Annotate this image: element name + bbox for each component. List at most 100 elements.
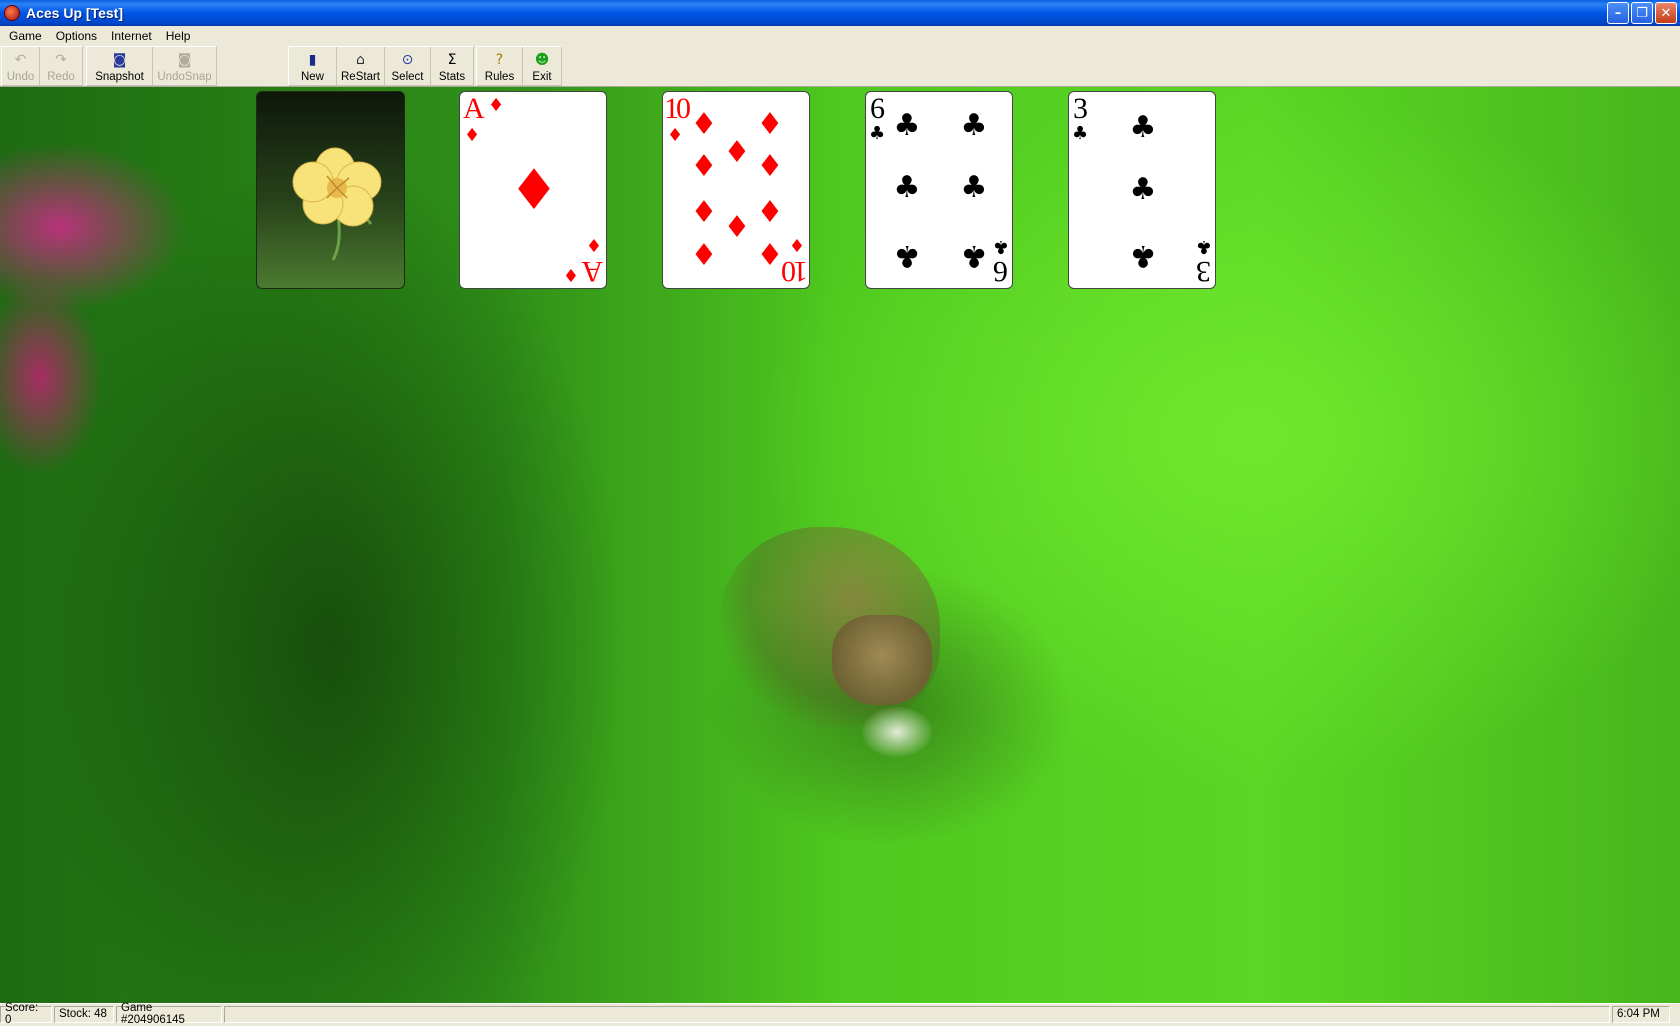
select-label: Select <box>391 71 424 83</box>
diamond-icon: ♦ <box>690 195 718 230</box>
toolbar-group-help: ? Rules ☻ Exit <box>476 46 562 86</box>
snapshot-label: Snapshot <box>95 71 144 83</box>
card-rank-bottom: 10 <box>784 255 808 288</box>
undo-label: Undo <box>6 71 35 83</box>
diamond-icon: ♦ <box>788 234 805 255</box>
menu-internet[interactable]: Internet <box>104 29 159 43</box>
diamond-icon: ♦ <box>488 95 505 116</box>
stats-label: Stats <box>438 71 466 83</box>
status-bar: Score: 0 Stock: 48 Game #204906145 6:04 … <box>0 1002 1680 1026</box>
restart-label: ReStart <box>341 71 380 83</box>
status-clock: 6:04 PM <box>1612 1005 1670 1023</box>
undosnap-icon: ◙ <box>177 52 192 68</box>
window-title: Aces Up [Test] <box>26 5 123 21</box>
restore-icon: ❐ <box>1636 5 1648 21</box>
undo-button[interactable]: ↶ Undo <box>2 47 40 85</box>
card-corner-bottom: 10 ♦ <box>780 227 808 288</box>
flower-icon <box>292 147 382 261</box>
background-cat-chest <box>862 707 932 757</box>
toolbar: ↶ Undo ↷ Redo ◙ Snapshot ◙ UndoSnap ▮ Ne… <box>0 46 1680 87</box>
menu-game[interactable]: Game <box>2 29 49 43</box>
club-icon: ♣ <box>1072 123 1089 144</box>
card-corner-bottom: 3 ♣ <box>1187 227 1213 288</box>
card-three-of-clubs[interactable]: 3 ♣ ♣ ♣ ♣ 3 ♣ <box>1068 91 1216 289</box>
close-icon: ✕ <box>1660 5 1672 21</box>
select-button[interactable]: ⊙ Select <box>385 47 431 85</box>
status-score: Score: 0 <box>0 1002 52 1026</box>
club-icon: ♣ <box>893 108 921 143</box>
rules-button[interactable]: ? Rules <box>477 47 523 85</box>
diamond-icon: ♦ <box>756 107 784 142</box>
redo-label: Redo <box>47 71 75 83</box>
club-icon: ♣ <box>1129 172 1157 207</box>
app-icon <box>4 5 20 21</box>
magnifier-icon: ⊙ <box>401 52 414 68</box>
card-rank-bottom: A <box>584 255 603 288</box>
title-bar[interactable]: Aces Up [Test] – ❐ ✕ <box>0 0 1680 26</box>
club-icon: ♣ <box>960 170 988 205</box>
club-icon: ♣ <box>1129 110 1157 145</box>
club-icon: ♣ <box>992 236 1009 257</box>
stock-pile[interactable] <box>256 91 405 289</box>
restore-button[interactable]: ❐ <box>1631 2 1653 24</box>
undosnap-button[interactable]: ◙ UndoSnap <box>153 47 216 85</box>
stats-button[interactable]: Σ Stats <box>431 47 473 85</box>
restart-button[interactable]: ⌂ ReStart <box>337 47 385 85</box>
card-ace-of-diamonds[interactable]: A ♦ ♦ ♦ A ♦ ♦ <box>459 91 607 289</box>
card-six-of-clubs[interactable]: 6 ♣ ♣ ♣ ♣ ♣ ♣ ♣ 6 ♣ <box>865 91 1013 289</box>
diamond-icon: ♦ <box>508 158 560 223</box>
new-button[interactable]: ▮ New <box>289 47 337 85</box>
club-icon: ♣ <box>893 170 921 205</box>
card-ten-of-diamonds[interactable]: 10 ♦ ♦ ♦ ♦ ♦ ♦ ♦ ♦ ♦ ♦ ♦ 10 ♦ <box>662 91 810 289</box>
club-icon: ♣ <box>960 108 988 143</box>
diamond-icon: ♦ <box>562 264 579 285</box>
toolbar-group-snapshot: ◙ Snapshot ◙ UndoSnap <box>86 46 217 86</box>
club-icon: ♣ <box>893 238 921 273</box>
home-icon: ⌂ <box>356 52 365 68</box>
exit-label: Exit <box>532 71 552 83</box>
status-game-number: Game #204906145 <box>116 1002 222 1026</box>
menu-bar: Game Options Internet Help <box>0 26 1680 46</box>
undosnap-label: UndoSnap <box>157 71 212 83</box>
club-icon: ♣ <box>1195 236 1212 257</box>
diamond-icon: ♦ <box>756 195 784 230</box>
new-game-icon: ▮ <box>308 52 317 68</box>
background-cat-head <box>832 615 932 705</box>
undo-icon: ↶ <box>14 52 27 68</box>
card-corner-bottom: 6 ♣ <box>984 227 1010 288</box>
card-rank-bottom: 3 <box>1199 255 1211 288</box>
menu-help[interactable]: Help <box>159 29 198 43</box>
redo-icon: ↷ <box>55 52 67 68</box>
close-button[interactable]: ✕ <box>1655 2 1677 24</box>
diamond-icon: ♦ <box>723 210 751 245</box>
diamond-icon: ♦ <box>667 125 684 146</box>
club-icon: ♣ <box>1129 238 1157 273</box>
redo-button[interactable]: ↷ Redo <box>40 47 82 85</box>
camera-icon: ◙ <box>112 52 127 68</box>
toolbar-group-edit: ↶ Undo ↷ Redo <box>1 46 83 86</box>
card-rank-top: 3 <box>1073 92 1088 125</box>
diamond-icon: ♦ <box>690 238 718 273</box>
play-field[interactable] <box>0 87 1680 1003</box>
sigma-icon: Σ <box>447 52 457 68</box>
card-corner-bottom: A ♦ ♦ <box>562 227 603 288</box>
card-rank-top: 10 <box>664 92 691 125</box>
diamond-icon: ♦ <box>690 107 718 142</box>
question-icon: ? <box>495 52 504 68</box>
diamond-icon: ♦ <box>585 234 602 255</box>
exit-icon: ☻ <box>534 52 550 68</box>
card-rank-top: A <box>463 92 485 125</box>
diamond-icon: ♦ <box>756 149 784 184</box>
menu-options[interactable]: Options <box>49 29 104 43</box>
new-label: New <box>300 71 324 83</box>
minimize-button[interactable]: – <box>1607 2 1629 24</box>
diamond-icon: ♦ <box>690 149 718 184</box>
diamond-icon: ♦ <box>464 125 481 146</box>
toolbar-group-game: ▮ New ⌂ ReStart ⊙ Select Σ Stats <box>288 46 474 86</box>
snapshot-button[interactable]: ◙ Snapshot <box>87 47 153 85</box>
club-icon: ♣ <box>869 123 886 144</box>
exit-button[interactable]: ☻ Exit <box>523 47 561 85</box>
status-message <box>224 1005 1610 1023</box>
card-rank-top: 6 <box>870 92 885 125</box>
diamond-icon: ♦ <box>723 135 751 170</box>
